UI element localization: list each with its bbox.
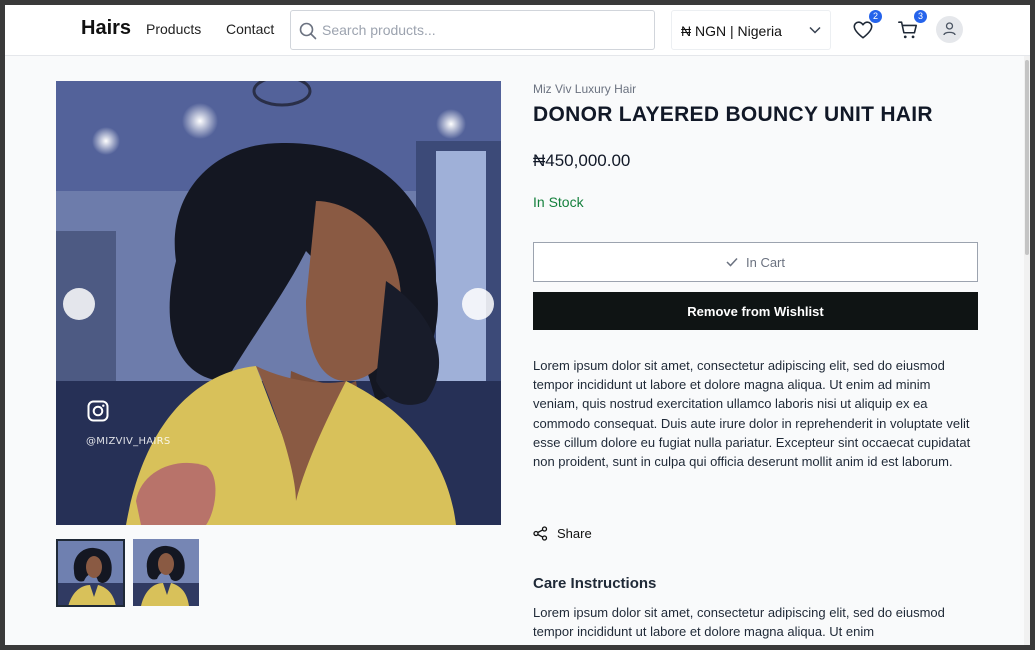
cart-button[interactable] [897, 19, 919, 41]
check-icon [726, 257, 738, 267]
nav-link-contact[interactable]: Contact [226, 21, 274, 37]
heart-icon [853, 21, 873, 39]
thumbnail-photo [58, 541, 123, 605]
product-price: ₦450,000.00 [533, 151, 631, 170]
thumbnail-2[interactable] [133, 539, 199, 606]
search-input[interactable] [322, 19, 642, 41]
currency-selector[interactable]: ₦ NGN | Nigeria [671, 10, 831, 50]
product-photo [56, 81, 501, 525]
thumbnail-photo [133, 539, 199, 606]
wishlist-button-label: Remove from Wishlist [687, 303, 824, 319]
in-cart-button[interactable]: In Cart [533, 242, 978, 282]
product-brand[interactable]: Miz Viv Luxury Hair [533, 82, 636, 96]
user-icon [943, 22, 956, 36]
share-icon [533, 525, 548, 541]
care-instructions-text: Lorem ipsum dolor sit amet, consectetur … [533, 605, 945, 640]
scrollbar-thumb[interactable] [1025, 60, 1029, 255]
next-image-button[interactable] [462, 288, 494, 320]
share-button[interactable]: Share [533, 523, 592, 543]
currency-label: ₦ NGN | Nigeria [681, 23, 782, 39]
product-main-image: @MIZVIV_HAIRS [56, 81, 501, 525]
nav-link-products[interactable]: Products [146, 21, 201, 37]
wishlist-count-badge: 2 [869, 10, 882, 23]
product-description: Lorem ipsum dolor sit amet, consectetur … [533, 358, 971, 470]
image-watermark: @MIZVIV_HAIRS [86, 436, 171, 447]
product-title: DONOR LAYERED BOUNCY UNIT HAIR [533, 103, 933, 126]
search-icon [299, 22, 317, 40]
cart-icon [898, 21, 918, 39]
page-frame: Hairs Products Contact ₦ NGN | Nigeria 2 [5, 5, 1030, 645]
care-instructions-heading: Care Instructions [533, 575, 657, 592]
search-box [290, 10, 655, 50]
site-logo[interactable]: Hairs [81, 17, 131, 40]
user-avatar[interactable] [936, 16, 963, 43]
thumbnail-1[interactable] [56, 539, 125, 607]
instagram-icon [87, 400, 109, 422]
wishlist-button[interactable] [852, 19, 874, 41]
share-label: Share [557, 525, 592, 541]
cart-count-badge: 3 [914, 10, 927, 23]
in-cart-label: In Cart [745, 254, 785, 270]
chevron-down-icon [809, 26, 821, 34]
previous-image-button[interactable] [63, 288, 95, 320]
top-navbar: Hairs Products Contact ₦ NGN | Nigeria 2 [5, 5, 1030, 56]
remove-from-wishlist-button[interactable]: Remove from Wishlist [533, 292, 978, 330]
stock-status: In Stock [533, 194, 584, 210]
